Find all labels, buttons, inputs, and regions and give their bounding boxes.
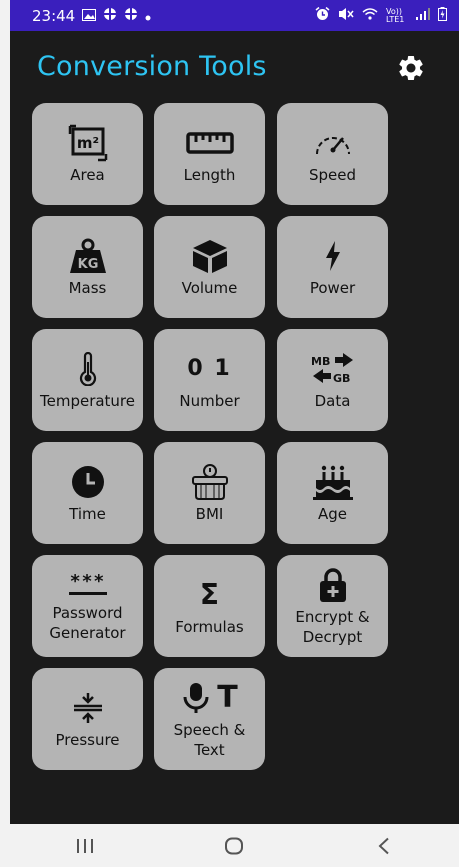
- mic-text-icon: T: [181, 679, 238, 717]
- data-transfer-icon: MB GB: [309, 350, 357, 388]
- wifi-icon: [362, 7, 378, 24]
- tile-temperature[interactable]: Temperature: [32, 329, 143, 431]
- birthday-cake-icon: [312, 463, 354, 501]
- scale-icon: [190, 463, 230, 501]
- tile-speech-text[interactable]: T Speech & Text: [154, 668, 265, 770]
- password-underline: [68, 591, 107, 595]
- tile-bmi[interactable]: BMI: [154, 442, 265, 544]
- tile-label: Data: [314, 391, 351, 410]
- tile-password-generator[interactable]: *** Password Generator: [32, 555, 143, 657]
- tile-label: Pressure: [55, 730, 120, 749]
- number-icon-text: 0 1: [187, 356, 232, 381]
- tile-label: Formulas: [175, 617, 244, 636]
- recent-apps-icon[interactable]: [55, 828, 115, 864]
- back-icon[interactable]: [354, 828, 414, 864]
- image-notification-icon: [82, 7, 97, 25]
- number-icon: 0 1: [187, 350, 231, 388]
- tile-label: Volume: [181, 278, 238, 297]
- tile-speed[interactable]: Speed: [277, 103, 388, 205]
- tile-label: Number: [179, 391, 240, 410]
- tile-label: Area: [70, 165, 105, 184]
- tile-label: Password Generator: [49, 603, 126, 642]
- ruler-icon: [185, 124, 234, 162]
- app-screen: Conversion Tools m² Area Length Speed KG…: [10, 31, 459, 824]
- tile-label: Temperature: [39, 391, 136, 410]
- lightning-icon: [323, 237, 343, 275]
- speedometer-icon: [313, 124, 353, 162]
- tile-pressure[interactable]: Pressure: [32, 668, 143, 770]
- tile-time[interactable]: Time: [32, 442, 143, 544]
- clock-icon: [71, 463, 105, 501]
- tile-age[interactable]: Age: [277, 442, 388, 544]
- tile-data[interactable]: MB GB Data: [277, 329, 388, 431]
- kg-weight-icon: KG: [68, 237, 108, 275]
- tile-encrypt-decrypt[interactable]: Encrypt & Decrypt: [277, 555, 388, 657]
- tile-label: Power: [309, 278, 356, 297]
- tile-volume[interactable]: Volume: [154, 216, 265, 318]
- password-icon: ***: [68, 570, 107, 600]
- tile-label: Age: [317, 504, 347, 523]
- tile-label: Speed: [308, 165, 357, 184]
- area-icon: m²: [68, 124, 108, 162]
- thermometer-icon: [78, 350, 98, 388]
- navigation-bar: [10, 824, 459, 867]
- data-icon-bottom: GB: [333, 372, 350, 385]
- tile-label: Time: [69, 504, 106, 523]
- tile-label: Encrypt & Decrypt: [295, 607, 370, 646]
- tile-power[interactable]: Power: [277, 216, 388, 318]
- tile-formulas[interactable]: Σ Formulas: [154, 555, 265, 657]
- tile-label: Speech & Text: [173, 720, 246, 759]
- app-notification-icon: [124, 7, 138, 25]
- tile-mass[interactable]: KG Mass: [32, 216, 143, 318]
- tile-label: Mass: [68, 278, 107, 297]
- svg-text:m²: m²: [76, 134, 98, 152]
- data-icon-top: MB: [311, 355, 330, 368]
- settings-gear-icon[interactable]: [396, 53, 426, 83]
- battery-icon: [438, 6, 447, 25]
- signal-icon: [416, 7, 430, 24]
- home-icon[interactable]: [204, 828, 264, 864]
- compress-icon: [72, 689, 104, 727]
- tile-area[interactable]: m² Area: [32, 103, 143, 205]
- status-time: 23:44: [32, 6, 76, 25]
- page-title: Conversion Tools: [37, 51, 267, 82]
- sigma-icon-text: Σ: [199, 578, 220, 611]
- sigma-icon: Σ: [200, 576, 219, 614]
- lock-icon: [318, 566, 348, 604]
- tile-number[interactable]: 0 1 Number: [154, 329, 265, 431]
- tile-label: BMI: [195, 504, 224, 523]
- text-t-icon: T: [217, 679, 238, 715]
- svg-text:KG: KG: [77, 257, 98, 272]
- alarm-icon: [315, 6, 330, 25]
- status-bar: 23:44 Vo)) LTE1: [10, 0, 459, 31]
- cube-icon: [191, 237, 229, 275]
- more-notifications-dot-icon: [145, 7, 151, 25]
- tile-length[interactable]: Length: [154, 103, 265, 205]
- app-notification-icon: [103, 7, 117, 25]
- password-icon-text: ***: [69, 570, 106, 592]
- tile-label: Length: [183, 165, 236, 184]
- mute-icon: [338, 7, 354, 25]
- network-label: Vo)) LTE1: [386, 6, 405, 24]
